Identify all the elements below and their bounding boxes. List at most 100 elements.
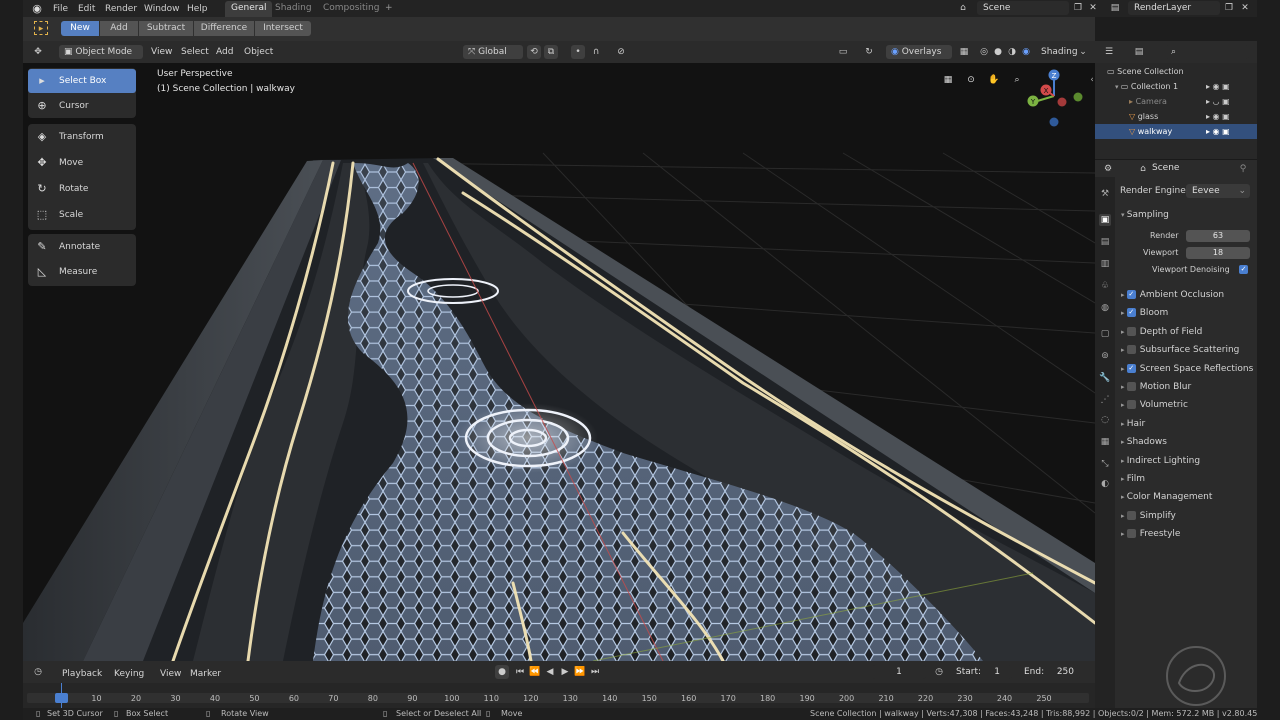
panel-subsurface-scattering[interactable]: ▸ Subsurface Scattering <box>1115 341 1257 359</box>
selectable-icon[interactable]: ▸ ◉ ▣ <box>1206 82 1230 91</box>
menu-edit[interactable]: Edit <box>78 2 95 16</box>
delete-scene-icon[interactable]: ✕ <box>1086 1 1100 15</box>
view-layer-tab-icon[interactable]: ▥ <box>1099 258 1111 270</box>
tool-measure[interactable]: ◺ Measure <box>28 260 136 284</box>
object-mode-dropdown[interactable]: ▣ Object Mode⌄ <box>59 45 143 71</box>
selectable-icon[interactable]: ▸ ◉ ▣ <box>1206 112 1230 121</box>
sampling-panel-header[interactable]: ▾ Sampling <box>1115 206 1257 224</box>
menu-marker[interactable]: Marker <box>190 667 221 681</box>
new-scene-icon[interactable]: ❐ <box>1071 1 1085 15</box>
outliner-scene-collection[interactable]: ▭ Scene Collection <box>1095 64 1257 79</box>
toggle-camera-view-icon[interactable]: ▦ <box>941 73 955 87</box>
modifier-tab-icon[interactable]: 🔧 <box>1099 372 1111 384</box>
panel-enable-checkbox[interactable] <box>1126 326 1136 336</box>
outliner-collection-1[interactable]: ▾ ▭ Collection 1 <box>1095 79 1257 94</box>
camera-icon[interactable]: ⊙ <box>964 73 978 87</box>
outliner-item-camera[interactable]: ▸ Camera <box>1095 94 1257 109</box>
panel-film[interactable]: ▸ Film <box>1115 470 1257 488</box>
proportional-editing-icon[interactable]: • <box>571 45 585 59</box>
render-samples-field[interactable]: 63 <box>1186 230 1250 242</box>
prev-keyframe-icon[interactable]: ⏪ <box>528 665 542 679</box>
end-frame-field[interactable]: End: 250 <box>1018 665 1080 679</box>
render-engine-dropdown[interactable]: Eevee ⌄ <box>1186 184 1250 198</box>
render-layer-selector[interactable]: RenderLayer <box>1128 1 1220 15</box>
mode-intersect-button[interactable]: Intersect <box>255 21 311 36</box>
play-reverse-icon[interactable]: ◀ <box>543 665 557 679</box>
material-tab-icon[interactable]: ⤡ <box>1099 458 1111 470</box>
particles-tab-icon[interactable]: ⋰ <box>1099 394 1111 406</box>
next-keyframe-icon[interactable]: ⏩ <box>573 665 587 679</box>
tab-general[interactable]: General <box>225 1 273 17</box>
viewport-samples-field[interactable]: 18 <box>1186 247 1250 259</box>
overlays-dropdown[interactable]: ◉ Overlays <box>886 45 952 59</box>
panel-enable-checkbox[interactable]: ✓ <box>1126 308 1136 318</box>
menu-object[interactable]: Object <box>244 45 273 59</box>
panel-enable-checkbox[interactable] <box>1126 529 1136 539</box>
mode-add-button[interactable]: Add <box>100 21 138 36</box>
mode-new-button[interactable]: New <box>61 21 99 36</box>
mode-difference-button[interactable]: Difference <box>194 21 254 36</box>
object-tab-icon[interactable]: ▢ <box>1099 328 1111 340</box>
tool-annotate[interactable]: ✎ Annotate <box>28 235 136 259</box>
tool-cursor[interactable]: ⊕ Cursor <box>28 94 136 118</box>
display-mode-icon[interactable]: ▤ <box>1132 45 1146 59</box>
constraints-tab-icon[interactable]: ⊚ <box>1099 350 1111 362</box>
menu-playback[interactable]: Playback <box>62 667 102 681</box>
panel-freestyle[interactable]: ▸ Freestyle <box>1115 525 1257 543</box>
solid-shading-icon[interactable]: ● <box>991 45 1005 59</box>
jump-start-icon[interactable]: ⏮ <box>513 665 527 679</box>
viewport-denoising-checkbox[interactable]: ✓ <box>1239 265 1248 274</box>
panel-ambient-occlusion[interactable]: ▸ ✓ Ambient Occlusion <box>1115 286 1257 304</box>
select-box-tool-icon[interactable]: ▸ <box>34 21 48 35</box>
navigation-gizmo[interactable]: Z Y X <box>1022 66 1086 130</box>
3d-viewport[interactable] <box>23 63 1095 661</box>
panel-enable-checkbox[interactable]: ✓ <box>1126 363 1136 373</box>
add-workspace-icon[interactable]: + <box>379 1 399 17</box>
menu-render[interactable]: Render <box>105 2 137 16</box>
tab-compositing[interactable]: Compositing <box>317 1 385 17</box>
panel-depth-of-field[interactable]: ▸ Depth of Field <box>1115 323 1257 341</box>
play-icon[interactable]: ▶ <box>558 665 572 679</box>
preview-range-icon[interactable]: ◷ <box>932 665 946 679</box>
panel-color-management[interactable]: ▸ Color Management <box>1115 488 1257 506</box>
render-tab-icon[interactable]: ▣ <box>1099 214 1111 226</box>
pivot-point-icon[interactable]: ⟲ <box>527 45 541 59</box>
panel-simplify[interactable]: ▸ Simplify <box>1115 507 1257 525</box>
pan-hand-icon[interactable]: ✋ <box>987 73 1001 87</box>
gizmo-toggle-icon[interactable]: ↻ <box>862 45 876 59</box>
properties-editor-icon[interactable]: ⚙ <box>1101 162 1115 176</box>
menu-select[interactable]: Select <box>181 45 209 59</box>
tool-tab-icon[interactable]: ⚒ <box>1099 188 1111 200</box>
panel-hair[interactable]: ▸ Hair <box>1115 415 1257 433</box>
blender-logo-icon[interactable]: ◉ <box>30 2 44 16</box>
snap-icon[interactable]: ⧉ <box>544 45 558 59</box>
scene-icon[interactable]: ⌂ <box>956 1 970 15</box>
wireframe-shading-icon[interactable]: ◎ <box>977 45 991 59</box>
timeline-editor-icon[interactable]: ◷ <box>31 665 45 679</box>
menu-file[interactable]: File <box>53 2 68 16</box>
rendered-shading-icon[interactable]: ◉ <box>1019 45 1033 59</box>
falloff-icon[interactable]: ∩ <box>589 45 603 59</box>
outliner-item-glass[interactable]: ▽ glass <box>1095 109 1257 124</box>
tool-select-box[interactable]: ▸ Select Box <box>28 69 136 93</box>
outliner-editor-icon[interactable]: ☰ <box>1102 45 1116 59</box>
tool-move[interactable]: ✥ Move <box>28 151 136 175</box>
new-layer-icon[interactable]: ❐ <box>1222 1 1236 15</box>
texture-tab-icon[interactable]: ◐ <box>1099 478 1111 490</box>
panel-enable-checkbox[interactable] <box>1126 345 1136 355</box>
panel-bloom[interactable]: ▸ ✓ Bloom <box>1115 304 1257 322</box>
panel-motion-blur[interactable]: ▸ Motion Blur <box>1115 378 1257 396</box>
panel-enable-checkbox[interactable]: ✓ <box>1126 290 1136 299</box>
tool-scale[interactable]: ⬚ Scale <box>28 203 136 227</box>
xray-icon[interactable]: ▦ <box>957 45 971 59</box>
start-frame-field[interactable]: Start: 1 <box>950 665 1012 679</box>
object-types-icon[interactable]: ⊘ <box>614 45 628 59</box>
physics-tab-icon[interactable]: ◌ <box>1099 414 1111 426</box>
object-data-tab-icon[interactable]: ▦ <box>1099 436 1111 448</box>
pin-icon[interactable]: ⚲ <box>1236 162 1250 176</box>
panel-enable-checkbox[interactable] <box>1126 400 1136 410</box>
menu-keying[interactable]: Keying <box>114 667 144 681</box>
transform-orientation-dropdown[interactable]: ⤧ Global <box>463 45 523 59</box>
selectable-icon[interactable]: ▸ ◡ ▣ <box>1206 97 1230 106</box>
menu-help[interactable]: Help <box>187 2 208 16</box>
